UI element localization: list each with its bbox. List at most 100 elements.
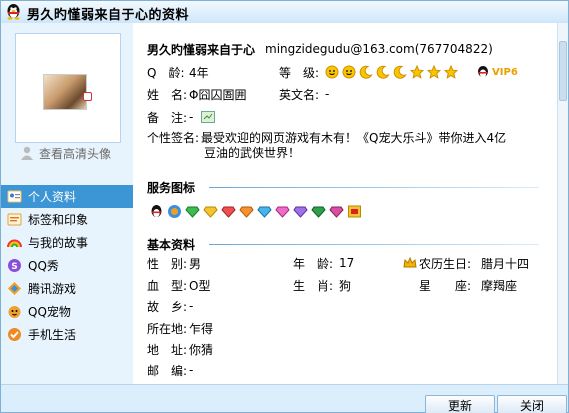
signature-label: 个性签名:: [147, 130, 200, 145]
sidebar-item-qq-show[interactable]: S QQ秀: [1, 254, 133, 277]
svg-text:S: S: [11, 262, 17, 272]
qq-game-icon[interactable]: [167, 204, 182, 219]
zip-value: -: [189, 363, 194, 377]
bottom-bar: 更新 关闭: [1, 384, 568, 413]
lunar-birthday-value: 腊月十四: [481, 256, 530, 271]
age-label: 年 龄:: [293, 256, 334, 271]
sidebar-item-profile[interactable]: 个人资料: [1, 185, 133, 208]
section-divider: [209, 244, 539, 245]
left-pane: 查看高清头像 个人资料 标签和印象 与我的故事 S QQ秀 腾讯游戏 QQ宠物 …: [1, 23, 133, 384]
english-name-value: -: [325, 87, 330, 101]
green-diamond-icon[interactable]: [185, 204, 200, 219]
qq-member-icon[interactable]: [149, 204, 164, 219]
lunar-birthday-label: 农历生日:: [419, 256, 472, 271]
profile-card-icon: [7, 190, 22, 203]
signature-row: 个性签名: 最受欢迎的网页游戏有木有！《Q宠大乐斗》带你进入4亿: [147, 129, 506, 145]
sidebar-nav: 个人资料 标签和印象 与我的故事 S QQ秀 腾讯游戏 QQ宠物 手机生活: [1, 185, 133, 346]
yellow-diamond-icon[interactable]: [203, 204, 218, 219]
sun-icon: [342, 65, 356, 79]
phone-life-icon: [8, 328, 21, 341]
orange-diamond-icon[interactable]: [239, 204, 254, 219]
profile-window: 男久旳慬弱来自于心的资料 查看高清头像 个人资料 标签和印象 与我的故事 S Q…: [0, 0, 569, 413]
name-row: 姓 名: Φ囧囚圄囲 英文名: -: [147, 86, 329, 102]
qq-space-icon[interactable]: [347, 204, 362, 219]
close-button[interactable]: 关闭: [497, 395, 567, 413]
window-title: 男久旳慬弱来自于心的资料: [27, 8, 190, 23]
signature-line-2-row: 豆油的武侠世界！: [204, 144, 300, 160]
location-row: 所在地: 乍得: [147, 320, 213, 336]
zip-label: 邮 编:: [147, 363, 188, 378]
sidebar-item-mobile[interactable]: 手机生活: [1, 323, 133, 346]
email-and-qq-number: mingzidegudu@163.com(767704822): [265, 42, 493, 56]
zodiac-label: 生 肖:: [293, 278, 334, 293]
moon-icon: [393, 65, 407, 79]
sidebar-item-games[interactable]: 腾讯游戏: [1, 277, 133, 300]
address-value: 你猜: [189, 342, 214, 357]
moon-icon: [359, 65, 373, 79]
magenta-diamond-icon[interactable]: [329, 204, 344, 219]
user-silhouette-icon: [21, 146, 33, 160]
blood-type-value: O型: [189, 278, 211, 293]
edit-remark-icon[interactable]: [201, 111, 216, 123]
refresh-button[interactable]: 更新: [425, 395, 495, 413]
remark-value: -: [189, 110, 194, 124]
sidebar-item-story[interactable]: 与我的故事: [1, 231, 133, 254]
gender-value: 男: [189, 256, 202, 271]
remark-label: 备 注:: [147, 110, 188, 125]
name-value: Φ囧囚圄囲: [189, 87, 247, 102]
sidebar-item-label: 与我的故事: [28, 236, 89, 250]
level-icons[interactable]: [325, 65, 459, 79]
title-bar[interactable]: 男久旳慬弱来自于心的资料: [1, 1, 568, 23]
vip-badge[interactable]: VIP6: [476, 65, 518, 79]
qq-penguin-icon: [478, 66, 489, 78]
address-label: 地 址:: [147, 342, 188, 357]
hometown-label: 故 乡:: [147, 299, 188, 314]
game-icon: [8, 282, 21, 295]
sidebar-item-label: 腾讯游戏: [28, 282, 77, 296]
crown-icon: [403, 257, 419, 269]
age-value: 17: [339, 256, 355, 270]
zodiac-value: 狗: [339, 278, 352, 293]
scrollbar-thumb[interactable]: [559, 41, 567, 101]
pink-diamond-icon[interactable]: [275, 204, 290, 219]
hometown-value: -: [189, 299, 194, 313]
red-diamond-icon[interactable]: [221, 204, 236, 219]
sidebar-item-tags[interactable]: 标签和印象: [1, 208, 133, 231]
tag-icon: [7, 213, 22, 226]
gender-label: 性 别:: [147, 256, 188, 271]
blue-diamond-icon[interactable]: [257, 204, 272, 219]
sidebar-item-label: 个人资料: [28, 190, 77, 204]
sidebar-item-pet[interactable]: QQ宠物: [1, 300, 133, 323]
blood-row: 血 型: O型 生 肖: 狗 星 座: 摩羯座: [147, 277, 517, 293]
vertical-scrollbar[interactable]: [557, 23, 568, 384]
star-icon: [444, 65, 459, 79]
gender-row: 性 别: 男 年 龄: 17 农历生日: 腊月十四: [147, 255, 529, 271]
basic-info-section-title: 基本资料: [147, 238, 196, 252]
star-sign-value: 摩羯座: [481, 278, 518, 293]
english-name-label: 英文名:: [279, 87, 320, 102]
qage-row: Q 龄: 4年 等 级: VIP6: [147, 64, 518, 80]
signature-line-2: 豆油的武侠世界！: [204, 145, 301, 160]
remark-row: 备 注: -: [147, 109, 216, 125]
view-hd-avatar-link[interactable]: 查看高清头像: [19, 145, 111, 161]
vip-level: VIP6: [492, 66, 518, 78]
avatar-frame: [15, 33, 121, 143]
qq-show-icon: S: [8, 259, 21, 272]
sidebar-item-label: 标签和印象: [28, 213, 89, 227]
profile-content: 男久旳慬弱来自于心 mingzidegudu@163.com(767704822…: [133, 23, 557, 384]
dark-green-diamond-icon[interactable]: [311, 204, 326, 219]
star-icon: [410, 65, 425, 79]
nickname-row: 男久旳慬弱来自于心 mingzidegudu@163.com(767704822…: [147, 41, 493, 57]
qq-penguin-icon: [7, 4, 20, 20]
section-divider: [209, 187, 539, 188]
avatar-badge-icon: [83, 92, 92, 101]
service-icons: [149, 204, 362, 219]
purple-diamond-icon[interactable]: [293, 204, 308, 219]
services-section-title: 服务图标: [147, 181, 196, 195]
address-row: 地 址: 你猜: [147, 341, 213, 357]
sidebar-item-label: 手机生活: [28, 328, 77, 342]
level-label: 等 级:: [279, 65, 320, 80]
qage-label: Q 龄:: [147, 65, 185, 80]
qage-value: 4年: [189, 65, 209, 80]
avatar[interactable]: [43, 74, 92, 110]
